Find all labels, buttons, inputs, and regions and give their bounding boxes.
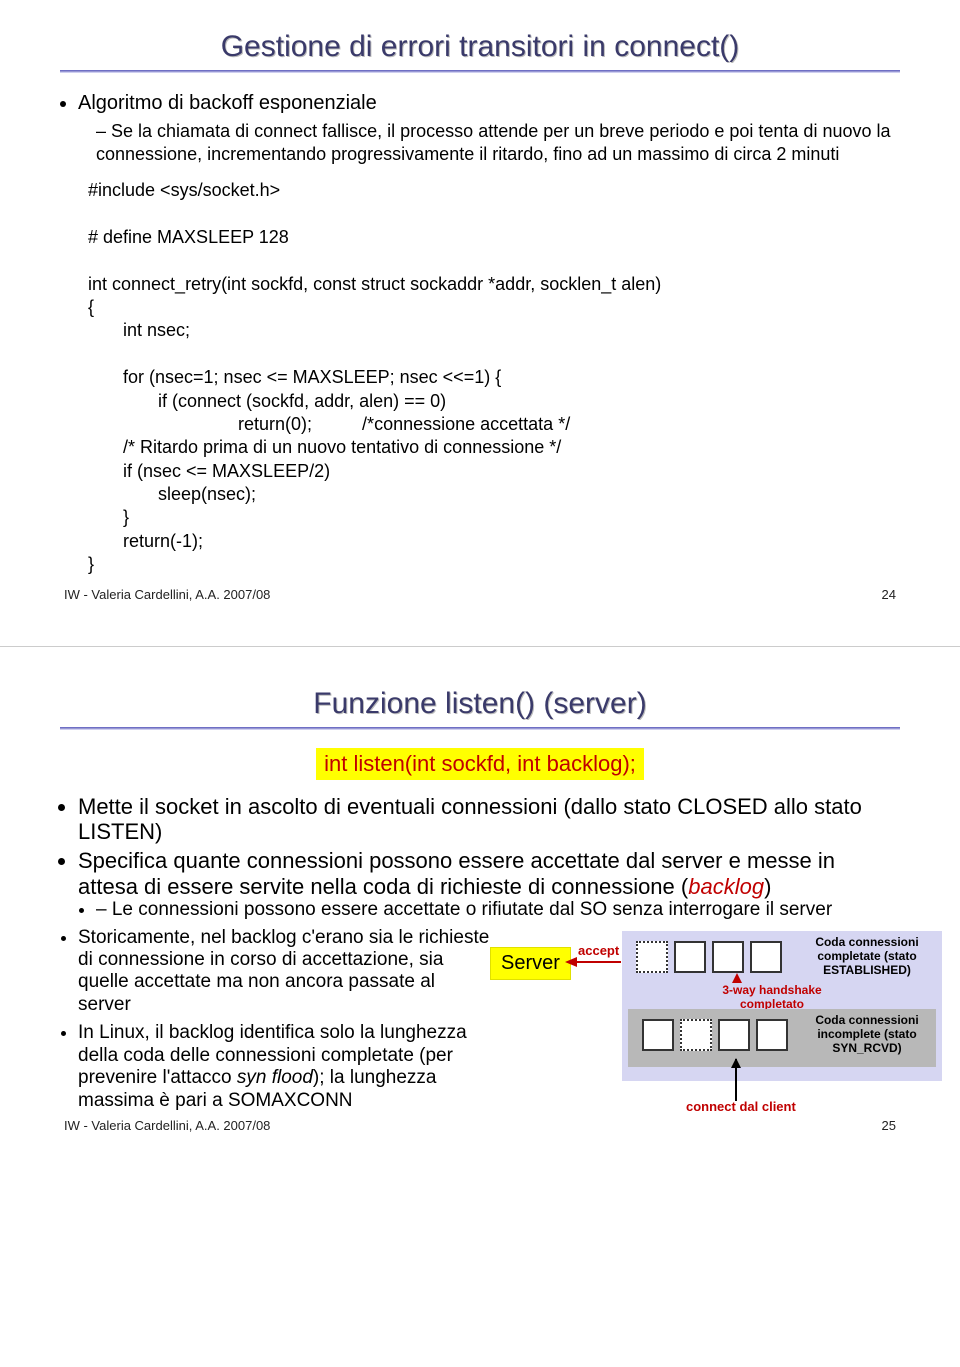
arrow-vert-icon (735, 1059, 737, 1101)
queue-diagram: Server accept Coda connessioni completat… (490, 931, 960, 1121)
slide2-body: Mette il socket in ascolto di eventuali … (60, 794, 900, 921)
slide-divider (0, 646, 960, 647)
footer-left-2: IW - Valeria Cardellini, A.A. 2007/08 (64, 1118, 270, 1133)
queue-incomplete-label: Coda connessioni incomplete (stato SYN_R… (802, 1013, 932, 1055)
accept-label: accept (578, 943, 619, 958)
slide-number-1: 24 (882, 587, 896, 602)
b2-term-backlog: backlog (688, 874, 764, 899)
queue-established-label: Coda connessioni completate (stato ESTAB… (802, 935, 932, 977)
qbox (712, 941, 744, 973)
diagram-row: Storicamente, nel backlog c'erano sia le… (60, 927, 900, 1112)
bullet-listen-1: Mette il socket in ascolto di eventuali … (78, 794, 900, 845)
left-column: Storicamente, nel backlog c'erano sia le… (60, 927, 490, 1112)
title-underline-2 (60, 727, 900, 730)
qbox (636, 941, 668, 973)
bullet-algo-sub: Se la chiamata di connect fallisce, il p… (96, 120, 900, 165)
bullet-algo-text: Algoritmo di backoff esponenziale (78, 92, 377, 114)
handshake-label: 3-way handshake completato (712, 983, 832, 1011)
qbox (674, 941, 706, 973)
code-block: #include <sys/socket.h> # define MAXSLEE… (88, 179, 900, 577)
arrow-left-icon (565, 957, 577, 967)
bullet-algo-sub-text: Se la chiamata di connect fallisce, il p… (96, 120, 900, 165)
queue-area: Coda connessioni completate (stato ESTAB… (622, 931, 942, 1081)
slide-title-1: Gestione di errori transitori in connect… (60, 30, 900, 64)
bullet-linux: In Linux, il backlog identifica solo la … (78, 1022, 490, 1112)
queue-established (636, 941, 782, 973)
qbox (750, 941, 782, 973)
b2-text-b: ) (764, 874, 771, 899)
title-underline (60, 70, 900, 73)
b4-synflood: syn flood (237, 1067, 313, 1088)
qbox (718, 1019, 750, 1051)
qbox (642, 1019, 674, 1051)
qbox (680, 1019, 712, 1051)
bullet-listen-2: Specifica quante connessioni possono ess… (78, 848, 900, 920)
slide1-bullets: Algoritmo di backoff esponenziale Se la … (78, 91, 900, 165)
bullet-algo: Algoritmo di backoff esponenziale Se la … (78, 91, 900, 165)
function-signature: int listen(int sockfd, int backlog); (316, 748, 644, 780)
slide-2: Funzione listen() (server) int listen(in… (0, 657, 960, 1153)
queue-incomplete (642, 1019, 788, 1051)
connect-label: connect dal client (686, 1099, 796, 1114)
signature-wrap: int listen(int sockfd, int backlog); (60, 748, 900, 780)
arrow-line (577, 961, 621, 963)
footer-1: IW - Valeria Cardellini, A.A. 2007/08 24 (60, 587, 900, 602)
b2-sub: Le connessioni possono essere accettate … (96, 899, 900, 921)
qbox (756, 1019, 788, 1051)
slide-1: Gestione di errori transitori in connect… (0, 0, 960, 622)
bullet-history: Storicamente, nel backlog c'erano sia le… (78, 927, 490, 1017)
slide-title-2: Funzione listen() (server) (60, 687, 900, 721)
server-box: Server (490, 947, 571, 980)
footer-left-1: IW - Valeria Cardellini, A.A. 2007/08 (64, 587, 270, 602)
arrow-up-icon (732, 973, 742, 983)
